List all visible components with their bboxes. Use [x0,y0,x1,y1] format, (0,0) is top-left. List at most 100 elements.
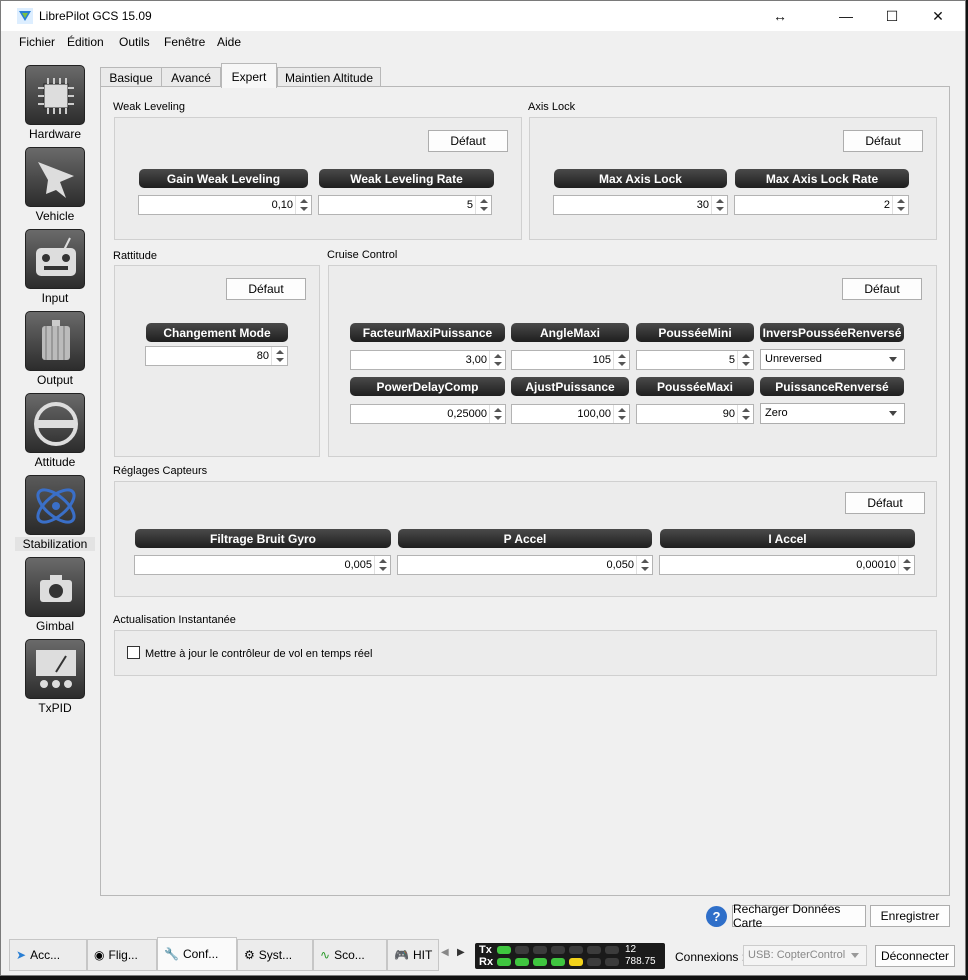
spinbox-arrows-icon[interactable] [613,405,629,423]
transmitter-icon [25,229,85,289]
spinbox-arrows-icon[interactable] [737,351,753,369]
sensors-default-button[interactable]: Défaut [845,492,925,514]
menu-fichier[interactable]: Fichier [19,35,55,49]
gear-icon: ⚙ [244,948,255,962]
power-delay-comp-spinbox[interactable]: 0,25000 [350,404,506,424]
i-accel-spinbox[interactable]: 0,00010 [659,555,915,575]
tab-configuration[interactable]: 🔧 Conf... [157,937,237,971]
tx-value: 12 [625,944,637,955]
p-accel-spinbox[interactable]: 0,050 [397,555,653,575]
tab-basique[interactable]: Basique [100,67,162,88]
tab-scopes[interactable]: ∿ Sco... [313,939,387,971]
facteur-maxi-puissance-spinbox[interactable]: 3,00 [350,350,506,370]
scroll-right-icon[interactable]: ▶ [457,947,465,958]
spinbox-arrows-icon[interactable] [271,347,287,365]
sidebar-item-vehicle[interactable]: Vehicle [15,143,95,225]
spinbox-arrows-icon[interactable] [711,196,727,214]
rx-led [497,958,511,966]
sidebar-item-output[interactable]: Output [15,307,95,389]
max-axis-lock-rate-spinbox[interactable]: 2 [734,195,909,215]
menu-aide[interactable]: Aide [217,35,241,49]
sidebar-item-gimbal[interactable]: Gimbal [15,553,95,635]
sidebar-item-input[interactable]: Input [15,225,95,307]
axis-default-button[interactable]: Défaut [843,130,923,152]
gyro-icon [25,475,85,535]
spinbox-arrows-icon[interactable] [374,556,390,574]
angle-maxi-spinbox[interactable]: 105 [511,350,630,370]
minimize-button[interactable]: — [823,1,869,31]
puissance-renverse-combobox[interactable]: Zero [760,403,905,424]
sidebar-item-stabilization[interactable]: Stabilization [15,471,95,553]
tab-hitl[interactable]: 🎮 HIT [387,939,439,971]
spinbox-arrows-icon[interactable] [898,556,914,574]
menu-fenetre[interactable]: Fenêtre [164,35,205,49]
sidebar-label-txpid: TxPID [38,701,72,715]
tab-flight[interactable]: ◉ Flig... [87,939,157,971]
spinbox-arrows-icon[interactable] [489,405,505,423]
sidebar-label-stabilization: Stabilization [15,537,95,551]
chevron-down-icon [889,411,897,416]
scope-icon: ∿ [320,948,331,962]
sensors-title: Réglages Capteurs [113,465,208,477]
chevron-down-icon [889,357,897,362]
spinbox-arrows-icon[interactable] [892,196,908,214]
filtrage-bruit-gyro-spinbox[interactable]: 0,005 [134,555,391,575]
realtime-update-label: Mettre à jour le contrôleur de vol en te… [145,648,373,660]
scroll-left-icon[interactable]: ◀ [441,947,449,958]
maximize-button[interactable]: ☐ [869,1,915,31]
poussee-mini-label: PousséeMini [636,323,754,342]
rx-led [569,958,583,966]
tab-accueil[interactable]: ➤ Acc... [9,939,87,971]
angle-maxi-label: AngleMaxi [511,323,629,342]
close-button[interactable]: ✕ [915,1,961,31]
wrench-icon: 🔧 [164,947,179,961]
menu-edition[interactable]: Édition [67,35,104,49]
rx-value: 788.75 [625,956,656,967]
disconnect-button[interactable]: Déconnecter [875,945,955,967]
chip-icon [25,65,85,125]
save-button[interactable]: Enregistrer [870,905,950,927]
connection-device-combobox[interactable]: USB: CopterControl [743,945,867,966]
power-delay-comp-label: PowerDelayComp [350,377,505,396]
spinbox-arrows-icon[interactable] [475,196,491,214]
invers-poussee-renverse-label: InversPousséeRenversé [760,323,904,342]
poussee-mini-spinbox[interactable]: 5 [636,350,754,370]
tab-maintien-altitude[interactable]: Maintien Altitude [277,67,381,88]
poussee-maxi-label: PousséeMaxi [636,377,754,396]
spinbox-arrows-icon[interactable] [489,351,505,369]
changement-mode-spinbox[interactable]: 80 [145,346,288,366]
tab-system[interactable]: ⚙ Syst... [237,939,313,971]
tab-expert[interactable]: Expert [221,63,277,88]
facteur-maxi-puissance-label: FacteurMaxiPuissance [350,323,505,342]
spinbox-arrows-icon[interactable] [636,556,652,574]
tab-avance[interactable]: Avancé [161,67,221,88]
instant-update-title: Actualisation Instantanée [113,614,236,626]
rattitude-default-button[interactable]: Défaut [226,278,306,300]
sidebar-item-txpid[interactable]: TxPID [15,635,95,717]
realtime-update-checkbox[interactable] [127,646,140,659]
cruise-default-button[interactable]: Défaut [842,278,922,300]
max-axis-lock-spinbox[interactable]: 30 [553,195,728,215]
resize-icon[interactable]: ↔ [757,1,803,31]
plane-icon [25,147,85,207]
weak-leveling-rate-spinbox[interactable]: 5 [318,195,492,215]
sidebar-label-vehicle: Vehicle [35,209,75,223]
poussee-maxi-spinbox[interactable]: 90 [636,404,754,424]
spinbox-arrows-icon[interactable] [737,405,753,423]
ajust-puissance-spinbox[interactable]: 100,00 [511,404,630,424]
spinbox-arrows-icon[interactable] [613,351,629,369]
weak-default-button[interactable]: Défaut [428,130,508,152]
gain-weak-leveling-spinbox[interactable]: 0,10 [138,195,312,215]
spinbox-arrows-icon[interactable] [295,196,311,214]
help-icon[interactable]: ? [706,906,727,927]
weak-leveling-title: Weak Leveling [113,101,185,113]
sidebar-item-hardware[interactable]: Hardware [15,61,95,143]
sidebar-item-attitude[interactable]: Attitude [15,389,95,471]
sidebar-label-input: Input [41,291,69,305]
plane-small-icon: ➤ [16,948,27,962]
max-axis-lock-label: Max Axis Lock [554,169,727,188]
reload-board-data-button[interactable]: Recharger Données Carte [732,902,866,930]
tx-led [551,946,565,954]
invers-poussee-combobox[interactable]: Unreversed [760,349,905,370]
menu-outils[interactable]: Outils [119,35,150,49]
